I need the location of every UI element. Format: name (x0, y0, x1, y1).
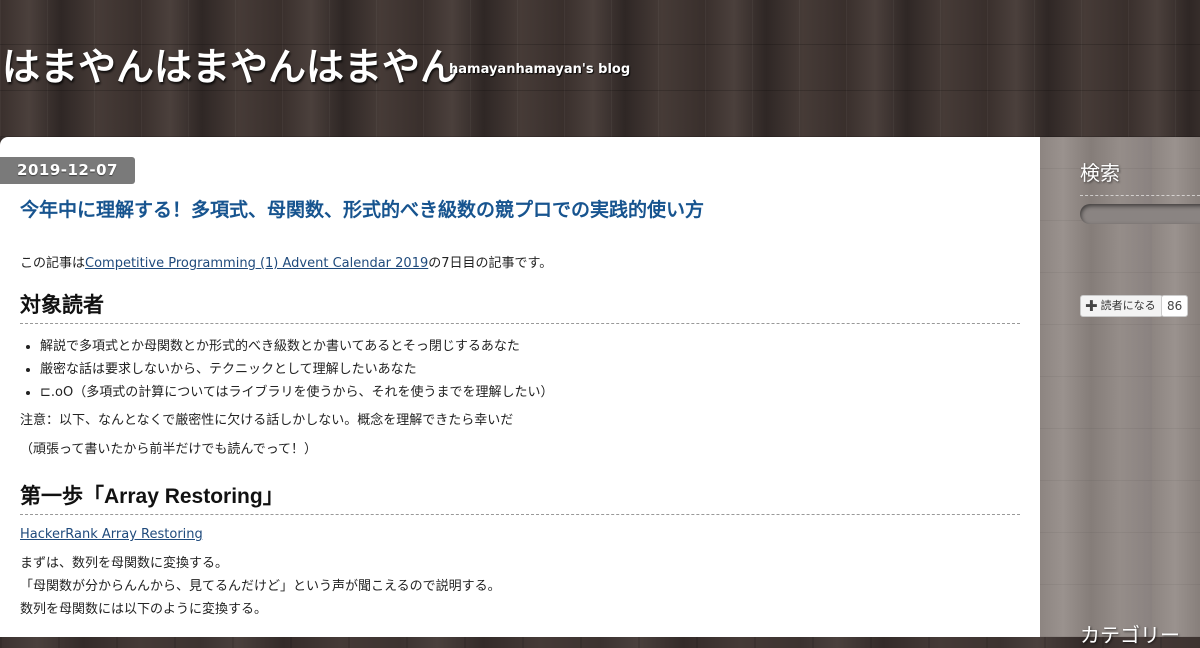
body-paragraph: 数列を母関数には以下のように変換する。 (20, 602, 268, 617)
category-heading: カテゴリー (1080, 623, 1180, 647)
intro-prefix: この記事は (20, 256, 86, 271)
search-input[interactable] (1080, 204, 1200, 224)
subscribe-label: 読者になる (1100, 299, 1156, 312)
target-readers-list: 解説で多項式とか母関数とか形式的べき級数とか書いてあるとそっ閉じするあなた 厳密… (20, 335, 1020, 404)
intro-suffix: の7日目の記事です。 (428, 256, 553, 271)
plus-icon: ✚ (1085, 297, 1098, 315)
hackerrank-link[interactable]: HackerRank Array Restoring (20, 527, 203, 542)
list-item: 解説で多項式とか母関数とか形式的べき級数とか書いてあるとそっ閉じするあなた (40, 335, 1020, 358)
entry-title[interactable]: 今年中に理解する！多項式、母関数、形式的べき級数の競プロでの実践的使い方 (20, 195, 1020, 222)
subscribe-button[interactable]: ✚ 読者になる (1080, 295, 1163, 317)
search-heading: 検索 (1080, 157, 1200, 196)
entry-intro: この記事はCompetitive Programming (1) Advent … (20, 252, 1020, 271)
blog-description: hamayanhamayan's blog (449, 62, 631, 77)
list-item: ⊏.oO（多項式の計算についてはライブラリを使うから、それを使うまでを理解したい… (40, 381, 1020, 404)
section-heading-target-readers: 対象読者 (20, 289, 1020, 324)
sidebar: 検索 ✚ 読者になる 86 カテゴリー (1040, 137, 1200, 647)
entry-body: 今年中に理解する！多項式、母関数、形式的べき級数の競プロでの実践的使い方 この記… (20, 195, 1020, 621)
list-item: 厳密な話は要求しないから、テクニックとして理解したいあなた (40, 358, 1020, 381)
entry-date[interactable]: 2019-12-07 (0, 157, 135, 184)
blog-title[interactable]: はまやんはまやんはまやん (2, 36, 458, 91)
main-content: 2019-12-07 今年中に理解する！多項式、母関数、形式的べき級数の競プロで… (0, 137, 1040, 637)
note-paragraph: 注意：以下、なんとなくで厳密性に欠ける話しかしない。概念を理解できたら幸いだ (20, 413, 514, 428)
body-paragraph: 「母関数が分からんんから、見てるんだけど」という声が聞こえるので説明する。 (20, 579, 501, 594)
note-paragraph: （頑張って書いたから前半だけでも読んでって！） (20, 442, 318, 457)
body-paragraph: まずは、数列を母関数に変換する。 (20, 556, 229, 571)
blog-header: はまやんはまやんはまやん hamayanhamayan's blog (0, 0, 1200, 137)
advent-calendar-link[interactable]: Competitive Programming (1) Advent Calen… (85, 256, 428, 271)
section-heading-array-restoring: 第一歩「Array Restoring」 (20, 480, 1020, 515)
hackerrank-link-paragraph: HackerRank Array Restoring (20, 523, 1020, 547)
reader-count: 86 (1161, 295, 1189, 317)
